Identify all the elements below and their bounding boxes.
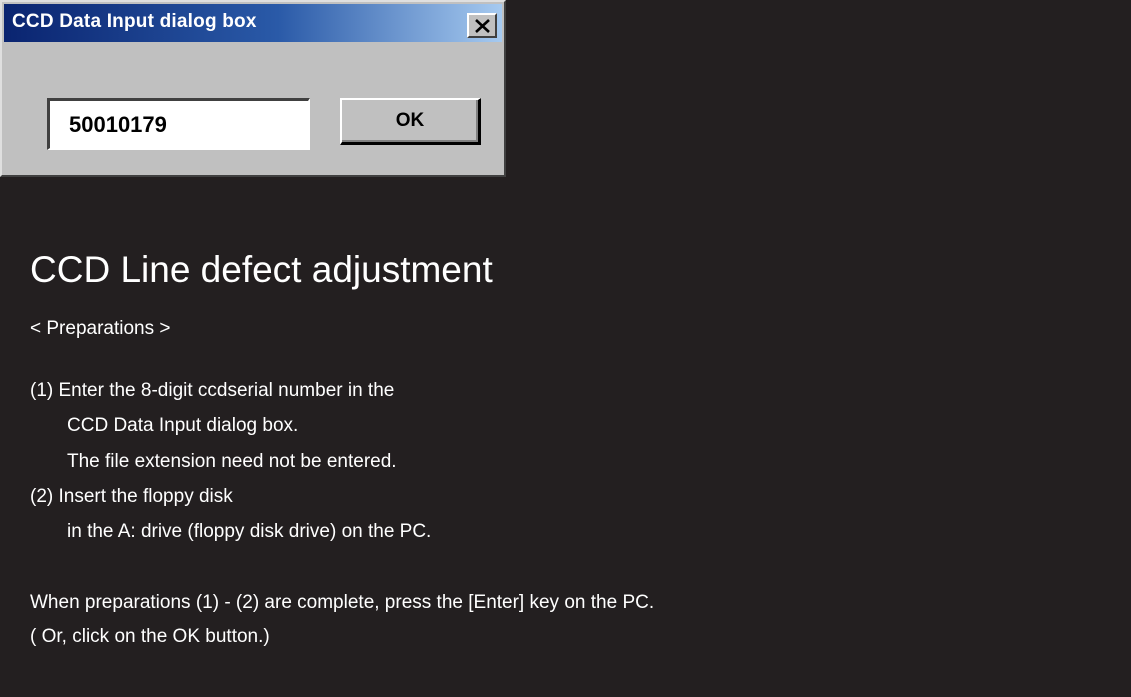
step-2-line-2: in the A: drive (floppy disk drive) on t… xyxy=(67,521,432,542)
step-1-line-3: The file extension need not be entered. xyxy=(67,451,397,472)
preparations-label: < Preparations > xyxy=(30,318,171,339)
step-2-line-1: (2) Insert the floppy disk xyxy=(30,486,233,507)
ok-button[interactable]: OK xyxy=(340,98,481,145)
ccd-serial-input[interactable] xyxy=(47,98,310,150)
close-icon xyxy=(475,19,490,33)
dialog-titlebar[interactable]: CCD Data Input dialog box xyxy=(4,4,502,42)
step-1-line-2: CCD Data Input dialog box. xyxy=(67,415,299,436)
ccd-data-input-dialog: CCD Data Input dialog box OK xyxy=(0,0,506,177)
completion-note: ( Or, click on the OK button.) xyxy=(30,626,270,647)
close-button[interactable] xyxy=(467,13,497,38)
page-title: CCD Line defect adjustment xyxy=(30,249,493,290)
dialog-title: CCD Data Input dialog box xyxy=(12,11,257,32)
completion-instruction: When preparations (1) - (2) are complete… xyxy=(30,592,655,613)
step-1-line-1: (1) Enter the 8-digit ccdserial number i… xyxy=(30,380,395,401)
